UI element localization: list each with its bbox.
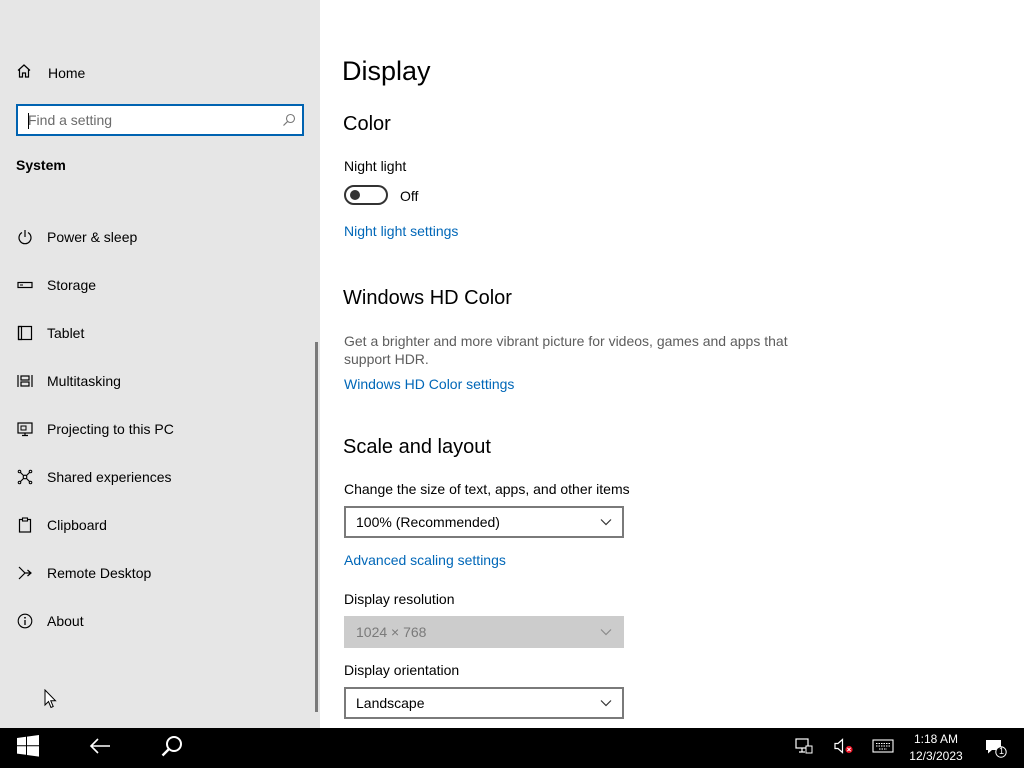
find-setting-search[interactable] bbox=[16, 104, 304, 136]
home-icon bbox=[16, 63, 32, 84]
sidebar-item-label: Multitasking bbox=[47, 373, 121, 389]
volume-tray-button[interactable] bbox=[830, 728, 858, 768]
night-light-state: Off bbox=[400, 188, 419, 204]
sidebar-item-label: Remote Desktop bbox=[47, 565, 152, 581]
start-button[interactable] bbox=[0, 728, 56, 768]
notification-count-badge: 1 bbox=[998, 746, 1004, 756]
windows-logo-icon bbox=[17, 734, 39, 762]
clock-date: 12/3/2023 bbox=[909, 749, 963, 763]
clipboard-icon bbox=[16, 516, 34, 534]
advanced-scaling-link[interactable]: Advanced scaling settings bbox=[344, 552, 506, 568]
toggle-knob bbox=[350, 190, 360, 200]
hd-color-heading: Windows HD Color bbox=[343, 287, 512, 309]
chevron-down-icon bbox=[600, 623, 612, 641]
scale-layout-heading: Scale and layout bbox=[343, 436, 491, 458]
shared-experiences-icon bbox=[16, 468, 34, 486]
search-icon bbox=[161, 735, 183, 762]
sidebar-item-storage[interactable]: Storage bbox=[16, 269, 306, 301]
scale-size-value: 100% (Recommended) bbox=[356, 514, 500, 530]
hd-color-settings-link[interactable]: Windows HD Color settings bbox=[344, 376, 514, 392]
sidebar-item-remote-desktop[interactable]: Remote Desktop bbox=[16, 557, 306, 589]
sidebar-item-tablet[interactable]: Tablet bbox=[16, 317, 306, 349]
clock-time: 1:18 AM bbox=[913, 732, 959, 746]
settings-sidebar: Home System Power & sleep Storage Tablet… bbox=[0, 0, 320, 728]
orientation-label: Display orientation bbox=[344, 662, 460, 678]
action-center-button[interactable]: 1 bbox=[980, 728, 1012, 768]
sidebar-item-label: Storage bbox=[47, 277, 97, 293]
sidebar-item-clipboard[interactable]: Clipboard bbox=[16, 509, 306, 541]
sidebar-item-multitasking[interactable]: Multitasking bbox=[16, 365, 306, 397]
scale-size-label: Change the size of text, apps, and other… bbox=[344, 481, 630, 497]
volume-muted-icon bbox=[834, 737, 854, 759]
sidebar-item-label: Clipboard bbox=[47, 517, 107, 533]
search-input[interactable] bbox=[18, 106, 276, 134]
search-icon[interactable] bbox=[276, 106, 302, 134]
night-light-toggle[interactable] bbox=[344, 185, 388, 205]
network-icon bbox=[795, 737, 813, 759]
sidebar-item-label: Power & sleep bbox=[47, 229, 138, 245]
home-nav-item[interactable]: Home bbox=[16, 62, 85, 84]
search-button[interactable] bbox=[150, 728, 194, 768]
display-settings-page: Display Color Night light Off Night ligh… bbox=[320, 0, 1024, 728]
resolution-dropdown: 1024 × 768 bbox=[344, 616, 624, 648]
taskbar: 1:18 AM 12/3/2023 1 bbox=[0, 728, 1024, 768]
chevron-down-icon bbox=[600, 694, 612, 712]
orientation-value: Landscape bbox=[356, 695, 425, 711]
storage-icon bbox=[16, 276, 34, 294]
remote-desktop-icon bbox=[16, 564, 34, 582]
power-icon bbox=[16, 228, 34, 246]
notification-icon: 1 bbox=[985, 738, 1007, 758]
orientation-dropdown[interactable]: Landscape bbox=[344, 687, 624, 719]
projecting-icon bbox=[16, 420, 34, 438]
sidebar-item-label: About bbox=[47, 613, 84, 629]
multitasking-icon bbox=[16, 372, 34, 390]
info-icon bbox=[16, 612, 34, 630]
color-heading: Color bbox=[343, 113, 391, 135]
sidebar-scrollbar[interactable] bbox=[315, 342, 318, 712]
chevron-down-icon bbox=[600, 513, 612, 531]
sidebar-item-about[interactable]: About bbox=[16, 605, 306, 637]
sidebar-section-title: System bbox=[16, 157, 66, 173]
network-tray-button[interactable] bbox=[790, 728, 818, 768]
sidebar-item-shared-experiences[interactable]: Shared experiences bbox=[16, 461, 306, 493]
text-caret bbox=[28, 113, 29, 129]
tablet-icon bbox=[16, 324, 34, 342]
scale-size-dropdown[interactable]: 100% (Recommended) bbox=[344, 506, 624, 538]
resolution-value: 1024 × 768 bbox=[356, 624, 427, 640]
touch-keyboard-button[interactable] bbox=[868, 728, 898, 768]
sidebar-item-power-sleep[interactable]: Power & sleep bbox=[16, 221, 306, 253]
night-light-label: Night light bbox=[344, 158, 407, 174]
home-label: Home bbox=[48, 65, 86, 81]
hd-color-description: Get a brighter and more vibrant picture … bbox=[344, 333, 788, 367]
night-light-settings-link[interactable]: Night light settings bbox=[344, 223, 458, 239]
keyboard-icon bbox=[872, 738, 894, 758]
page-title: Display bbox=[342, 56, 431, 86]
mouse-pointer-icon bbox=[44, 688, 57, 714]
resolution-label: Display resolution bbox=[344, 591, 455, 607]
sidebar-item-label: Tablet bbox=[47, 325, 85, 341]
back-button[interactable] bbox=[78, 728, 122, 768]
taskbar-clock[interactable]: 1:18 AM 12/3/2023 bbox=[904, 731, 968, 765]
sidebar-item-label: Shared experiences bbox=[47, 469, 172, 485]
sidebar-item-projecting[interactable]: Projecting to this PC bbox=[16, 413, 306, 445]
sidebar-item-label: Projecting to this PC bbox=[47, 421, 174, 437]
back-arrow-icon bbox=[89, 737, 111, 759]
